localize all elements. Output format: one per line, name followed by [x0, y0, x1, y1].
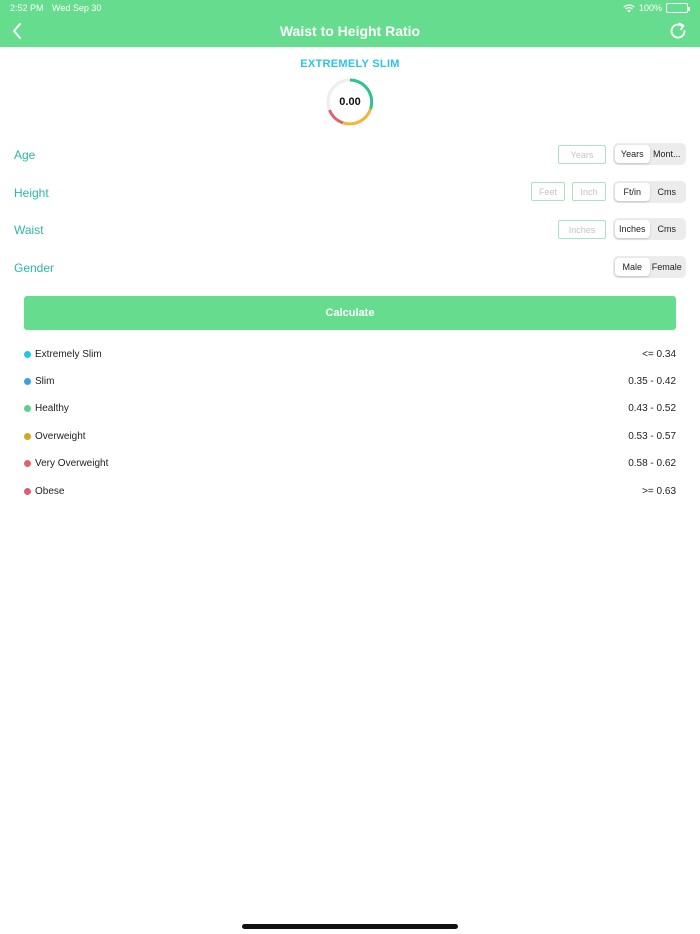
home-indicator[interactable] [242, 924, 458, 929]
legend-range: 0.53 - 0.57 [628, 430, 676, 442]
legend-range: 0.35 - 0.42 [628, 375, 676, 387]
legend-name: Overweight [35, 430, 86, 442]
waist-unit-inches[interactable]: Inches [615, 220, 650, 238]
waist-input[interactable] [558, 220, 606, 239]
height-unit-cms[interactable]: Cms [650, 183, 685, 201]
legend-dot [24, 405, 31, 413]
gender-female[interactable]: Female [650, 258, 685, 276]
height-label: Height [14, 186, 49, 200]
height-inch-input[interactable] [572, 182, 606, 201]
refresh-icon [670, 22, 686, 39]
battery-icon [666, 3, 690, 13]
legend-range: 0.58 - 0.62 [628, 458, 676, 470]
result-category: EXTREMELY SLIM [300, 58, 400, 70]
waist-unit-toggle: Inches Cms [613, 218, 686, 240]
legend-range: 0.43 - 0.52 [628, 403, 676, 415]
gender-male[interactable]: Male [615, 258, 650, 276]
status-date: Wed Sep 30 [52, 3, 102, 13]
legend-name: Healthy [35, 403, 69, 415]
battery-percent: 100% [638, 3, 662, 13]
page-title: Waist to Height Ratio [279, 23, 421, 39]
legend-dot [24, 460, 31, 468]
legend-name: Slim [35, 375, 55, 387]
wifi-icon [623, 3, 635, 12]
legend-name: Extremely Slim [35, 348, 102, 360]
age-label: Age [14, 148, 36, 162]
ratio-value: 0.00 [339, 96, 361, 108]
legend-item: Very Overweight 0.58 - 0.62 [24, 456, 676, 472]
navigation-bar: 2:52 PM Wed Sep 30 100% Waist to Height … [0, 0, 700, 47]
legend-item: Overweight 0.53 - 0.57 [24, 428, 676, 444]
height-unit-toggle: Ft/in Cms [613, 181, 686, 203]
waist-label: Waist [14, 223, 44, 237]
refresh-button[interactable] [668, 21, 688, 41]
age-unit-months[interactable]: Mont... [650, 145, 685, 163]
age-unit-toggle: Years Mont... [613, 143, 686, 165]
age-unit-years[interactable]: Years [615, 145, 650, 163]
status-indicators: 100% [623, 3, 690, 13]
height-feet-input[interactable] [531, 182, 565, 201]
status-time: 2:52 PM [10, 3, 44, 13]
legend-range: >= 0.63 [642, 485, 676, 497]
ratio-gauge: 0.00 [325, 77, 375, 127]
waist-unit-cms[interactable]: Cms [650, 220, 685, 238]
legend-dot [24, 487, 31, 495]
legend-item: Healthy 0.43 - 0.52 [24, 401, 676, 417]
legend-item: Obese >= 0.63 [24, 483, 676, 499]
gender-label: Gender [14, 261, 55, 275]
legend-range: <= 0.34 [642, 348, 676, 360]
height-unit-ftin[interactable]: Ft/in [615, 183, 650, 201]
legend-item: Slim 0.35 - 0.42 [24, 373, 676, 389]
legend-name: Very Overweight [35, 458, 109, 470]
legend-dot [24, 350, 31, 358]
legend-dot [24, 377, 31, 385]
age-input[interactable] [558, 145, 606, 164]
calculate-button[interactable]: Calculate [24, 296, 676, 330]
legend-item: Extremely Slim <= 0.34 [24, 346, 676, 362]
gender-toggle: Male Female [613, 256, 686, 278]
legend-name: Obese [35, 485, 65, 497]
legend-dot [24, 432, 31, 440]
